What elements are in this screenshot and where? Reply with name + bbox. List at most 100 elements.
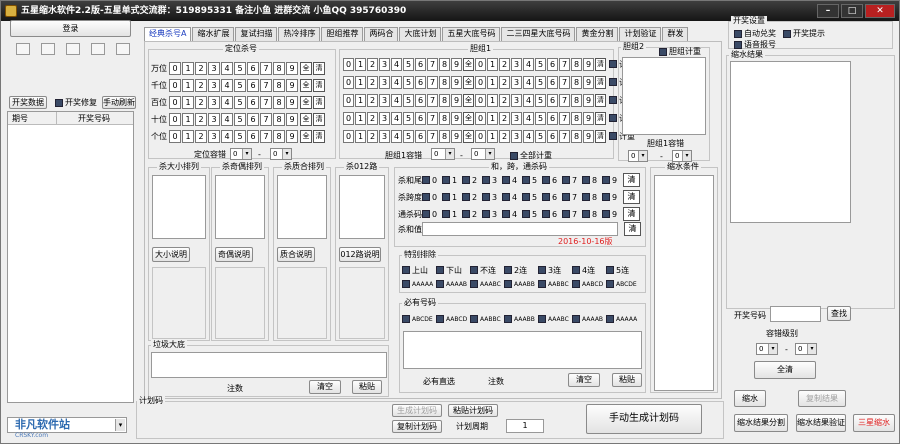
- dan1-digit-button[interactable]: 3: [511, 93, 522, 107]
- sum-digit-checkbox[interactable]: 8: [582, 210, 602, 219]
- kill-all-button[interactable]: 全: [300, 112, 312, 126]
- kill-fault-to[interactable]: 0: [270, 148, 292, 160]
- special-pattern-option[interactable]: AAAAB: [436, 280, 470, 288]
- dan1-digit-button[interactable]: 8: [439, 75, 450, 89]
- dan1-digit-button[interactable]: 7: [559, 75, 570, 89]
- split-result-button[interactable]: 缩水结果分割: [734, 414, 788, 432]
- dan1-fault-to[interactable]: 0: [471, 148, 495, 160]
- voice-checkbox[interactable]: 语音报号: [734, 40, 776, 50]
- dan1-digit-button[interactable]: 6: [547, 57, 558, 71]
- special-pattern-option[interactable]: ABCDE: [606, 280, 640, 288]
- dan1-digit-button[interactable]: 0: [343, 57, 354, 71]
- dan1-digit-button[interactable]: 8: [571, 57, 582, 71]
- sum-digit-checkbox[interactable]: 8: [582, 193, 602, 202]
- dan1-digit-button[interactable]: 6: [415, 57, 426, 71]
- sum-digit-checkbox[interactable]: 1: [442, 176, 462, 185]
- dan1-digit-button[interactable]: 2: [499, 129, 510, 143]
- special-option[interactable]: 上山: [402, 265, 436, 276]
- dan1-digit-button[interactable]: 3: [511, 57, 522, 71]
- kill-digit-button[interactable]: 1: [182, 112, 194, 126]
- dan1-digit-button[interactable]: 5: [403, 93, 414, 107]
- fault-level-from[interactable]: 0: [756, 343, 778, 355]
- kill-digit-button[interactable]: 7: [260, 61, 272, 75]
- route-info-button[interactable]: 012路说明: [339, 247, 381, 262]
- special-pattern-option[interactable]: AABCD: [572, 280, 606, 288]
- maximize-button[interactable]: □: [841, 4, 863, 18]
- dan1-clear-button[interactable]: 清: [595, 75, 606, 89]
- copy-result-button[interactable]: 复制结果: [798, 390, 846, 407]
- dan1-digit-button[interactable]: 2: [367, 57, 378, 71]
- dan1-digit-button[interactable]: 4: [391, 129, 402, 143]
- kill-digit-button[interactable]: 8: [273, 61, 285, 75]
- login-button[interactable]: 登录: [10, 20, 131, 37]
- dan1-digit-button[interactable]: 3: [379, 111, 390, 125]
- dan1-digit-button[interactable]: 5: [535, 129, 546, 143]
- dan1-digit-button[interactable]: 5: [535, 57, 546, 71]
- dan2-fault-from[interactable]: 0: [628, 150, 648, 162]
- tab-five-star[interactable]: 五星大底号码: [442, 27, 501, 41]
- dan1-digit-button[interactable]: 6: [547, 129, 558, 143]
- kill-digit-button[interactable]: 5: [234, 129, 246, 143]
- garbage-clear-button[interactable]: 清空: [309, 380, 341, 394]
- dan1-digit-button[interactable]: 8: [439, 57, 450, 71]
- dan1-digit-button[interactable]: 5: [535, 93, 546, 107]
- kill-all-button[interactable]: 全: [300, 78, 312, 92]
- kill-digit-button[interactable]: 6: [247, 112, 259, 126]
- kill-digit-button[interactable]: 0: [169, 95, 181, 109]
- dan1-digit-button[interactable]: 8: [571, 75, 582, 89]
- dan1-digit-button[interactable]: 9: [451, 75, 462, 89]
- sum-digit-checkbox[interactable]: 3: [482, 193, 502, 202]
- dan1-digit-button[interactable]: 2: [367, 75, 378, 89]
- kill-clear-button[interactable]: 清: [313, 61, 325, 75]
- minimize-button[interactable]: –: [817, 4, 839, 18]
- must-option[interactable]: AABCD: [436, 315, 470, 323]
- sum-digit-checkbox[interactable]: 5: [522, 193, 542, 202]
- dan1-digit-button[interactable]: 0: [343, 93, 354, 107]
- sum-digit-checkbox[interactable]: 0: [422, 210, 442, 219]
- dan1-digit-button[interactable]: 7: [427, 129, 438, 143]
- tab-group-send[interactable]: 群发: [662, 27, 689, 41]
- kill-digit-button[interactable]: 6: [247, 78, 259, 92]
- verify-result-button[interactable]: 缩水结果验证: [796, 414, 846, 432]
- sum-digit-checkbox[interactable]: 9: [602, 176, 622, 185]
- dan1-digit-button[interactable]: 7: [427, 93, 438, 107]
- tab-dan-recommend[interactable]: 胆组推荐: [321, 27, 364, 41]
- dan1-digit-button[interactable]: 2: [367, 129, 378, 143]
- dan1-digit-button[interactable]: 8: [571, 111, 582, 125]
- tab-classic-kill[interactable]: 经典杀号A: [144, 27, 192, 42]
- kill-digit-button[interactable]: 4: [221, 78, 233, 92]
- dan1-digit-button[interactable]: 5: [403, 129, 414, 143]
- dan1-digit-button[interactable]: 7: [559, 57, 570, 71]
- dan1-digit-button[interactable]: 7: [427, 75, 438, 89]
- dan1-all-button[interactable]: 全: [463, 111, 474, 125]
- dan1-digit-button[interactable]: 4: [523, 111, 534, 125]
- dan1-digit-button[interactable]: 2: [367, 93, 378, 107]
- kill-digit-button[interactable]: 4: [221, 95, 233, 109]
- clear-all-button[interactable]: 全清: [754, 361, 816, 379]
- must-paste-button[interactable]: 粘贴: [612, 373, 642, 387]
- sum-digit-checkbox[interactable]: 1: [442, 210, 462, 219]
- special-option[interactable]: 5连: [606, 265, 640, 276]
- sum-digit-checkbox[interactable]: 3: [482, 210, 502, 219]
- dan1-digit-button[interactable]: 7: [559, 111, 570, 125]
- paste-plan-button[interactable]: 粘贴计划码: [448, 404, 498, 417]
- odd-info-button[interactable]: 奇偶说明: [215, 247, 253, 262]
- dan1-clear-button[interactable]: 清: [595, 57, 606, 71]
- dan1-all-button[interactable]: 全: [463, 129, 474, 143]
- manual-refresh-button[interactable]: 手动刷新: [102, 96, 136, 109]
- special-option[interactable]: 3连: [538, 265, 572, 276]
- must-option[interactable]: AAABB: [504, 315, 538, 323]
- sum-digit-checkbox[interactable]: 6: [542, 210, 562, 219]
- kill-digit-button[interactable]: 3: [208, 112, 220, 126]
- tab-hot-cold[interactable]: 热冷排序: [278, 27, 321, 41]
- dan1-digit-button[interactable]: 9: [583, 93, 594, 107]
- kill-digit-button[interactable]: 7: [260, 129, 272, 143]
- dan1-digit-button[interactable]: 0: [343, 129, 354, 143]
- dan2-calc-checkbox[interactable]: 胆组计重: [659, 47, 701, 57]
- kill-digit-button[interactable]: 6: [247, 95, 259, 109]
- sum-digit-checkbox[interactable]: 2: [462, 210, 482, 219]
- kill-digit-button[interactable]: 5: [234, 78, 246, 92]
- garbage-paste-button[interactable]: 粘贴: [352, 380, 382, 394]
- kill-digit-button[interactable]: 8: [273, 129, 285, 143]
- dan1-digit-button[interactable]: 4: [523, 75, 534, 89]
